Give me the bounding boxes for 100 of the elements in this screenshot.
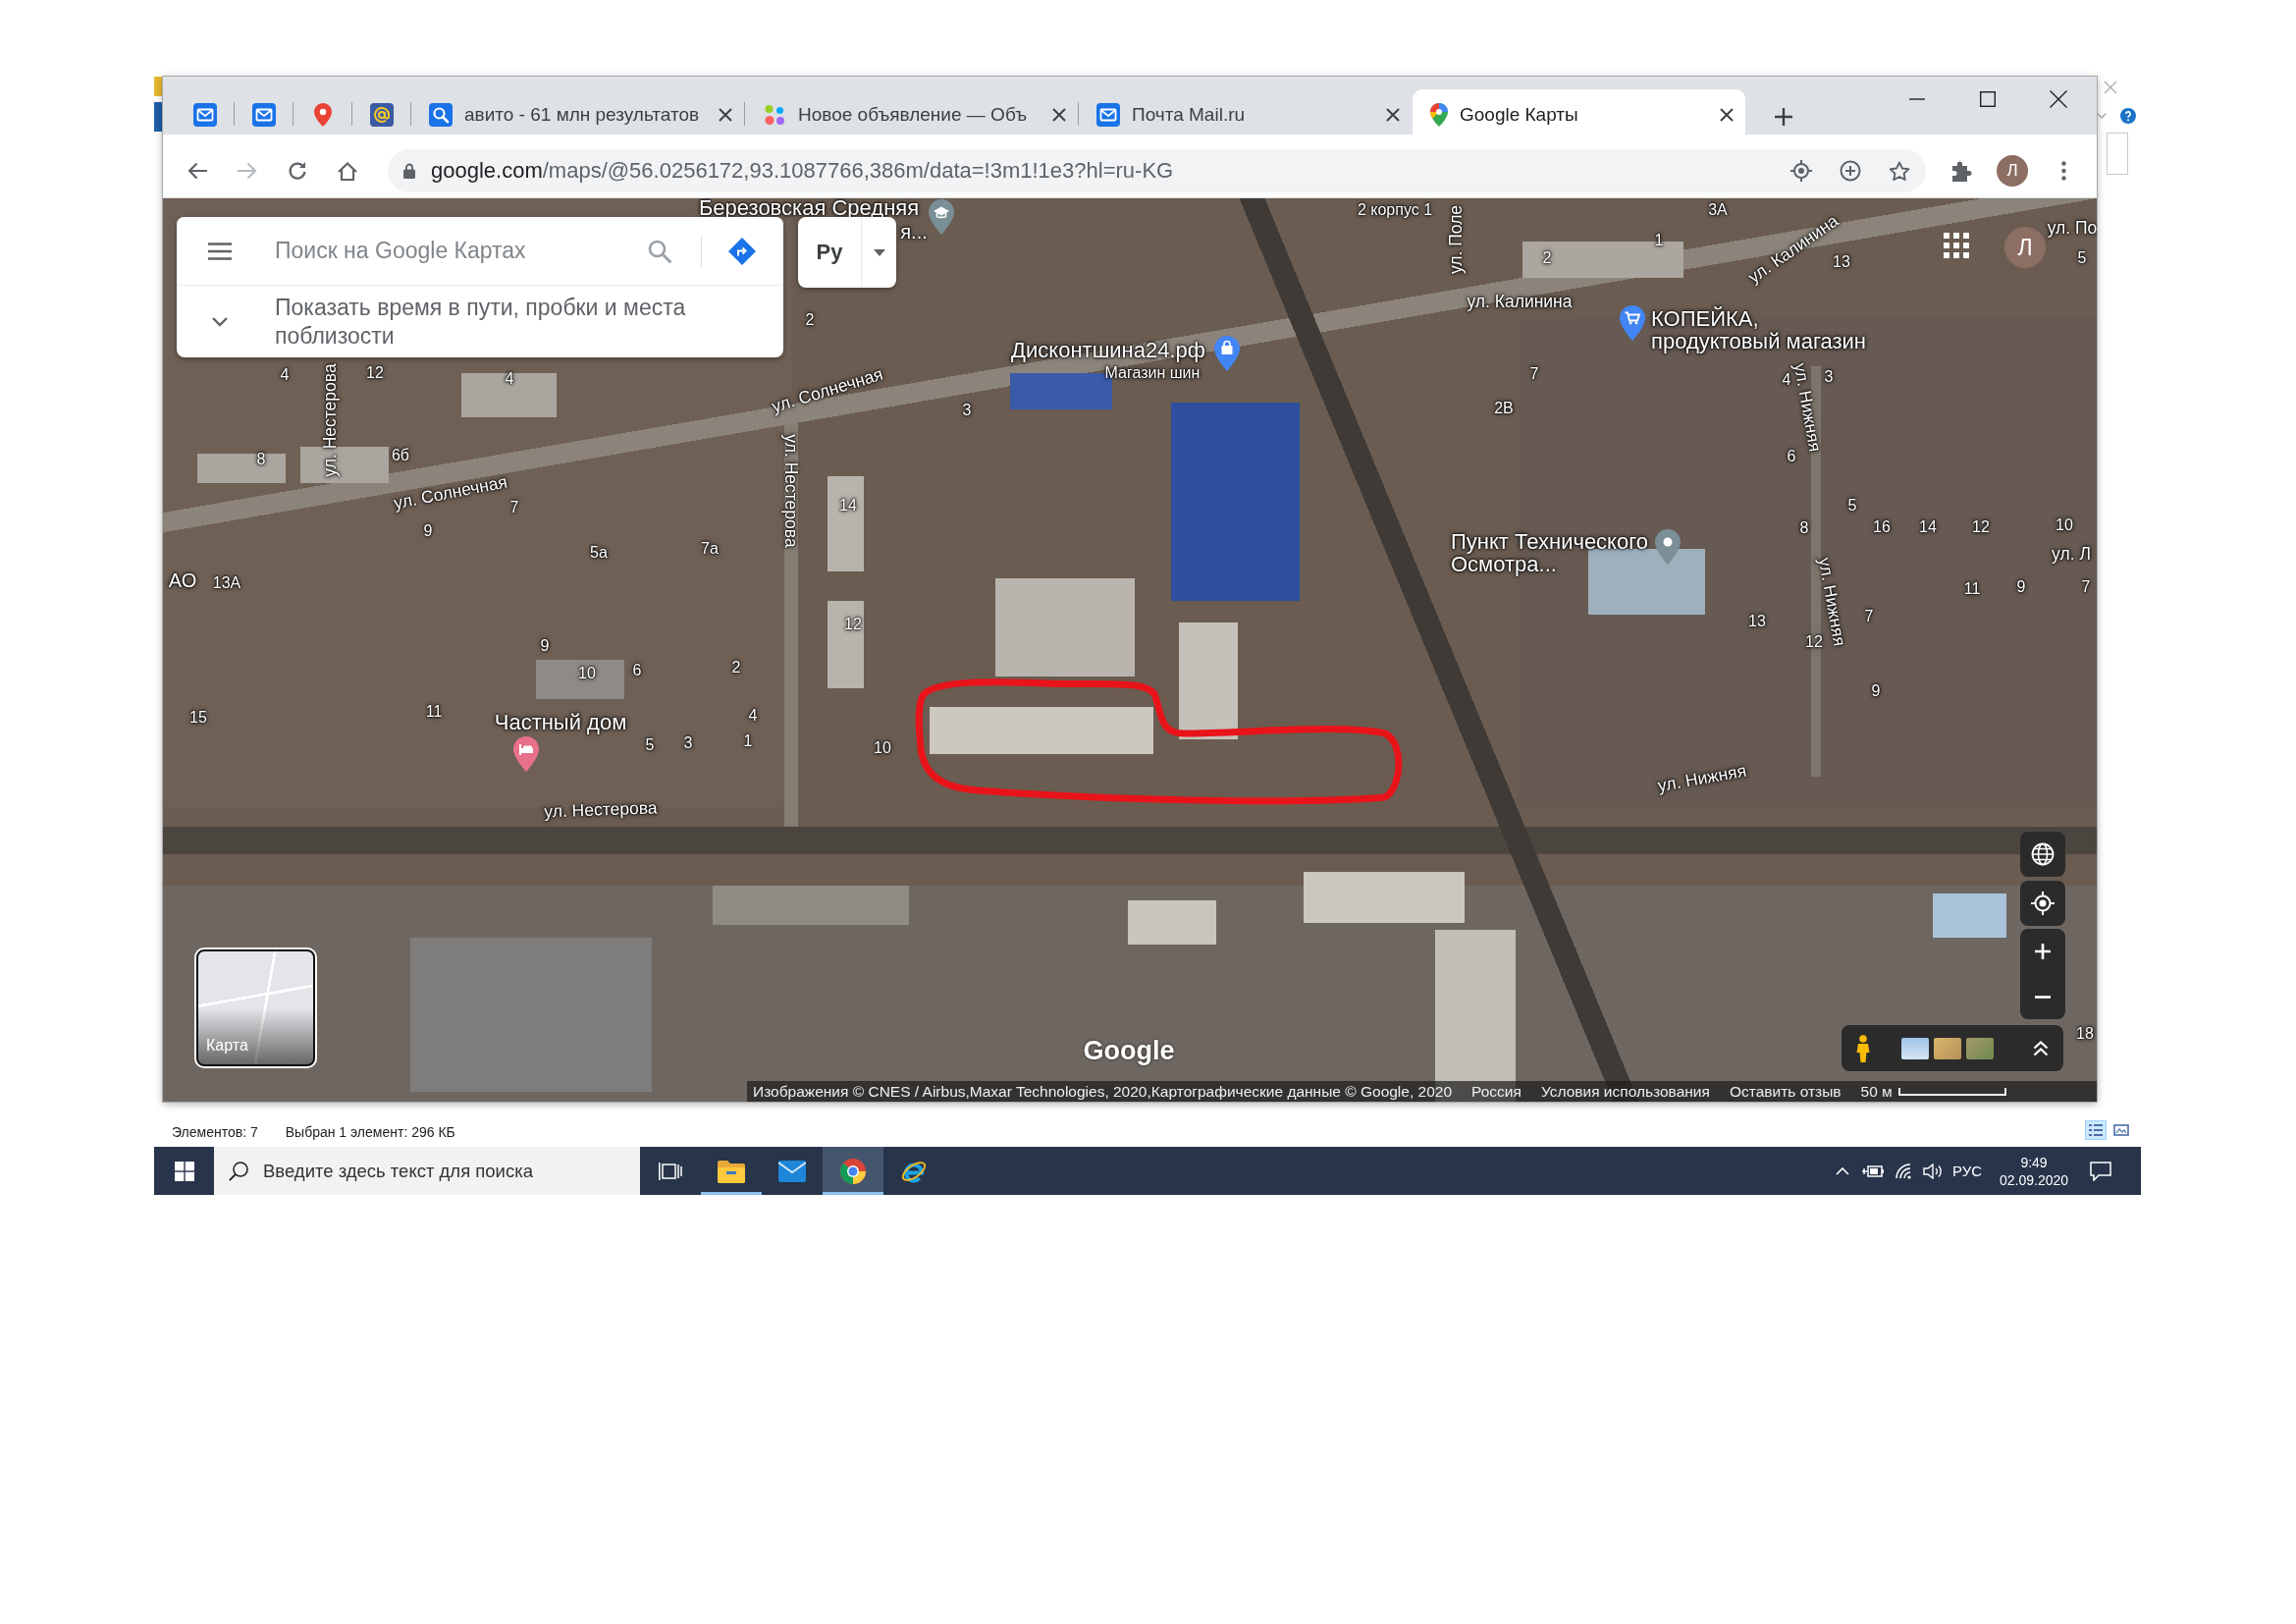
close-icon[interactable] [1052, 108, 1066, 122]
apps-grid-icon[interactable] [1944, 233, 1969, 258]
house-number: 12 [1972, 518, 1990, 536]
house-number: 5а [590, 544, 608, 562]
taskbar-search-field[interactable]: Введите здесь текст для поиска [214, 1147, 640, 1195]
close-icon[interactable] [719, 108, 732, 122]
search-icon[interactable] [648, 239, 671, 263]
directions-icon[interactable] [728, 237, 756, 265]
taskbar-app-button[interactable] [823, 1147, 883, 1195]
maximize-icon[interactable] [1980, 91, 1996, 107]
close-icon[interactable] [1720, 108, 1734, 122]
map-pin-icon[interactable] [1214, 336, 1240, 371]
map-pin-icon [1430, 103, 1448, 127]
house-number: 15 [189, 709, 207, 727]
scale-label: 50 м [1860, 1082, 1893, 1101]
mail-icon [192, 103, 217, 127]
task-view-icon[interactable] [659, 1161, 682, 1181]
layer-thumbnail[interactable] [1934, 1037, 1961, 1059]
close-icon[interactable] [1386, 108, 1400, 122]
clock-time[interactable]: 9:49 [2020, 1153, 2048, 1171]
double-chevron-up-icon[interactable] [2033, 1040, 2049, 1056]
map-pin-icon[interactable] [929, 199, 954, 235]
place-label[interactable]: КОПЕЙКА, продуктовый магазин [1651, 307, 1866, 352]
input-language-button[interactable]: РУС [1946, 1163, 1989, 1179]
reload-icon[interactable] [288, 161, 307, 181]
pegman-icon[interactable] [1855, 1034, 1871, 1062]
clock-date[interactable]: 02.09.2020 [1999, 1170, 2069, 1189]
more-menu-icon[interactable] [2060, 161, 2066, 181]
region-link[interactable]: Россия [1471, 1082, 1522, 1101]
house-number: 5 [2077, 249, 2087, 267]
house-number: 2В [1494, 400, 1514, 417]
speaker-icon[interactable] [1923, 1163, 1943, 1179]
search-box[interactable]: Поиск на Google Картах [177, 217, 783, 286]
details-view-icon[interactable] [2085, 1120, 2107, 1140]
close-icon[interactable] [2050, 90, 2067, 108]
browser-tab[interactable]: Новое объявление — Объ [745, 89, 1078, 135]
layer-thumbnail[interactable] [1901, 1037, 1929, 1059]
url-text[interactable]: google.com/maps/@56.0256172,93.1087766,386m/data=!3m1!1e3?hl=ru-KG [431, 158, 1174, 184]
house-number: 7а [701, 540, 719, 558]
browser-tab[interactable]: авито - 61 млн результатов [411, 89, 744, 135]
zoom-out-icon[interactable] [2035, 995, 2051, 999]
house-number: 5 [1847, 497, 1857, 514]
chevron-up-icon[interactable] [1836, 1166, 1849, 1175]
house-number: 3 [962, 402, 972, 419]
house-number: 11 [1963, 580, 1981, 598]
layer-thumbnail[interactable] [1966, 1037, 1994, 1059]
puzzle-icon[interactable] [1950, 160, 1972, 182]
place-label[interactable]: Дисконтшина24.рф [1011, 338, 1205, 361]
place-category: Магазин шин [1104, 364, 1201, 382]
travel-hint-link[interactable]: Показать время в пути, пробки и места поблизости [275, 293, 728, 351]
house-number: 12 [366, 364, 384, 382]
profile-button[interactable]: Л [1997, 155, 2028, 187]
chevron-down-icon[interactable] [212, 316, 228, 327]
house-number: 12 [1805, 633, 1823, 651]
help-icon[interactable] [2120, 108, 2136, 124]
house-number: 4 [1782, 371, 1791, 389]
address-bar[interactable]: google.com/maps/@56.0256172,93.1087766,386m/data=!3m1!1e3?hl=ru-KG [388, 149, 1926, 192]
house-number: 6 [632, 662, 642, 679]
house-number: 6б [391, 447, 410, 464]
notification-icon[interactable] [2090, 1161, 2111, 1181]
crosshair-icon[interactable] [1790, 160, 1812, 182]
crosshair-icon [2031, 892, 2055, 915]
place-label[interactable]: Березовская Средняя [698, 198, 920, 219]
my-location-button[interactable] [2020, 881, 2065, 926]
menu-icon[interactable] [208, 242, 232, 260]
plus-icon[interactable] [1775, 107, 1792, 126]
house-number: 14 [1919, 518, 1937, 536]
battery-plug-icon[interactable] [1862, 1164, 1884, 1178]
star-icon[interactable] [1889, 160, 1910, 182]
back-arrow-icon[interactable] [187, 162, 207, 180]
globe-button[interactable] [2020, 832, 2065, 877]
house-number: 4 [505, 370, 514, 388]
search-icon [229, 1162, 248, 1181]
browser-tab[interactable]: Почта Mail.ru [1079, 89, 1412, 135]
house-number: 1 [1654, 232, 1664, 249]
street-label: ул. Калинина [1467, 293, 1573, 312]
map-pin-icon[interactable] [1655, 529, 1681, 565]
place-label[interactable]: Частный дом [494, 710, 627, 733]
house-number: 7 [2081, 578, 2091, 596]
terms-link[interactable]: Условия использования [1540, 1082, 1710, 1101]
input-tools-button[interactable]: Ру [798, 240, 861, 265]
item-count: Элементов: 7 [172, 1124, 258, 1140]
search-field[interactable]: Поиск на Google Картах [249, 217, 635, 285]
house-number: 6 [1787, 448, 1796, 465]
chevron-down-icon[interactable] [2097, 113, 2107, 119]
home-icon[interactable] [338, 161, 357, 181]
street-label: ул. По [2047, 219, 2097, 239]
map-pin-icon[interactable] [513, 736, 539, 772]
browser-tab[interactable]: Google Карты [1413, 89, 1745, 135]
place-label[interactable]: Пункт Технического Осмотра... [1451, 530, 1648, 575]
mail-icon [251, 103, 276, 127]
feedback-link[interactable]: Оставить отзыв [1729, 1082, 1842, 1101]
street-label: ул. Поле [1447, 204, 1467, 275]
street-label: ул. Л [2052, 545, 2091, 565]
plus-circle-icon[interactable] [1840, 160, 1861, 182]
map-pin-icon[interactable] [1620, 305, 1645, 341]
caret-icon[interactable] [873, 248, 885, 256]
windows-logo-icon[interactable] [174, 1161, 194, 1181]
zoom-in-icon[interactable] [2035, 944, 2051, 959]
search-icon [429, 103, 453, 127]
